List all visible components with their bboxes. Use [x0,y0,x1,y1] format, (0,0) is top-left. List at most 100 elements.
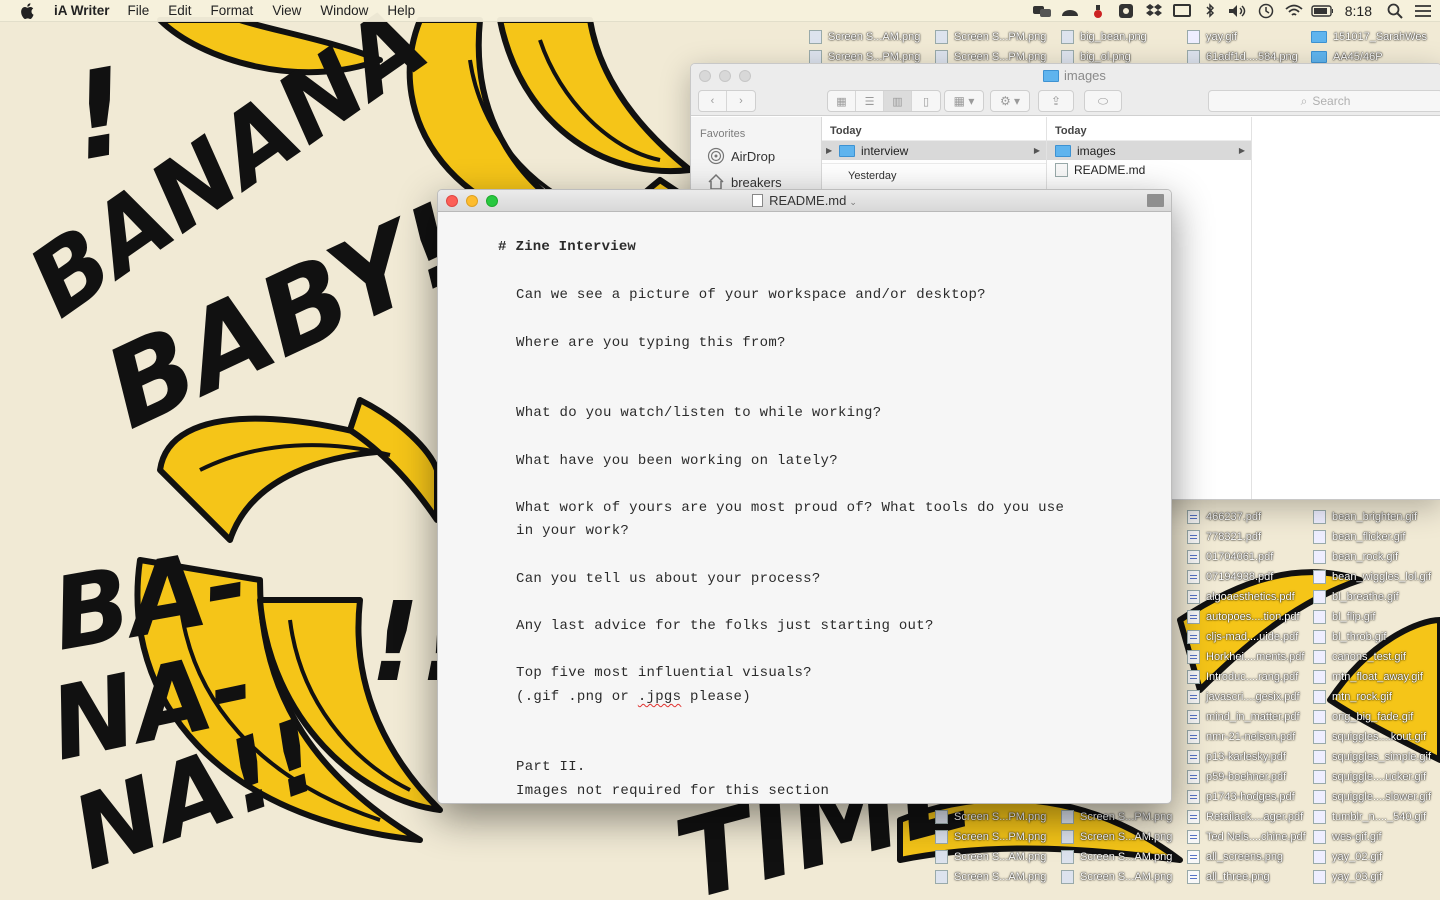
markdown-file-icon [1055,162,1068,177]
desktop-file[interactable]: Retailack....ager.pdf [1187,808,1303,826]
notification-center-icon[interactable] [1412,3,1434,19]
menu-format[interactable]: Format [211,3,254,18]
finder-row-images[interactable]: images ▶ [1047,141,1251,160]
desktop-file[interactable]: 01704061.pdf [1187,548,1273,566]
desktop-file[interactable]: Screen S...PM.png [935,808,1046,826]
finder-row-readme[interactable]: README.md [1047,160,1251,179]
desktop-folder[interactable]: 151017_SarahWes [1311,28,1427,46]
menu-file[interactable]: File [128,3,150,18]
column-heading: Today [1047,117,1251,141]
desktop-file[interactable]: bean_wiggles_lol.gif [1313,568,1431,586]
desktop-file[interactable]: Screen S...AM.png [1061,828,1172,846]
desktop-file[interactable]: Screen S...PM.png [1061,808,1172,826]
dropbox-icon[interactable] [1143,3,1165,19]
desktop-file[interactable]: p59-boehner.pdf [1187,768,1286,786]
menu-app-name[interactable]: iA Writer [54,3,110,18]
desktop-file[interactable]: bl_breathe.gif [1313,588,1399,606]
desktop-file[interactable]: bean_rock.gif [1313,548,1398,566]
disclosure-triangle-icon[interactable]: ▶ [826,146,834,155]
arrange-button[interactable]: ▦ ▾ [944,90,984,112]
chat-icon[interactable] [1031,3,1053,19]
desktop-file[interactable]: p1743-hodges.pdf [1187,788,1295,806]
text-editor[interactable]: # Zine Interview Can we see a picture of … [438,212,1171,803]
desktop-file[interactable]: Horkhei....ments.pdf [1187,648,1304,666]
battery-icon[interactable] [1311,3,1333,19]
misspelled-word[interactable]: .jpgs [638,689,682,705]
forward-button[interactable]: › [727,91,755,111]
display-icon[interactable] [1171,3,1193,19]
desktop-file[interactable]: mtn_rock.gif [1313,688,1392,706]
apple-menu-icon[interactable] [20,2,38,19]
list-view-button[interactable]: ☰ [856,91,884,111]
finder-search-field[interactable]: ⌕ Search [1208,90,1440,112]
desktop-file[interactable]: Ted Nels....chine.pdf [1187,828,1306,846]
desktop-file[interactable]: bl_flip.gif [1313,608,1375,626]
desktop-file[interactable]: Screen S...AM.png [1061,868,1172,886]
desktop-file[interactable]: all_screens.png [1187,848,1283,866]
finder-minimize-button[interactable] [719,70,731,82]
sidebar-item-airdrop[interactable]: AirDrop [707,146,821,166]
volume-icon[interactable] [1227,3,1249,19]
desktop-file[interactable]: javascri....gesix.pdf [1187,688,1300,706]
image-file-icon [809,30,822,44]
desktop-file[interactable]: wes-gif.gif [1313,828,1382,846]
desktop-file[interactable]: squiggles....kout.gif [1313,728,1426,746]
finder-zoom-button[interactable] [739,70,751,82]
library-folder-icon[interactable] [1147,194,1164,207]
column-view-button[interactable]: ▥ [884,91,912,111]
desktop-file[interactable]: squiggle....ucker.gif [1313,768,1426,786]
desktop-file[interactable]: squiggle....slower.gif [1313,788,1431,806]
desktop-file[interactable]: Introduc....rang.pdf [1187,668,1298,686]
desktop-file[interactable]: mind_in_matter.pdf [1187,708,1300,726]
bluetooth-icon[interactable] [1199,3,1221,19]
desktop-file[interactable]: 07194938.pdf [1187,568,1273,586]
onepassword-icon[interactable] [1115,3,1137,19]
wifi-icon[interactable] [1283,3,1305,19]
menu-help[interactable]: Help [387,3,415,18]
desktop-file[interactable]: tumblr_n...._540.gif [1313,808,1426,826]
desktop-file[interactable]: Screen S...AM.png [1061,848,1172,866]
flask-icon[interactable] [1087,3,1109,19]
desktop-file[interactable]: Screen S...AM.png [935,868,1046,886]
back-button[interactable]: ‹ [699,91,727,111]
desktop-file[interactable]: Screen S...PM.png [935,28,1046,46]
icon-view-button[interactable]: ▦ [828,91,856,111]
desktop-file[interactable]: cljs-mad....uide.pdf [1187,628,1298,646]
menu-view[interactable]: View [272,3,301,18]
menu-edit[interactable]: Edit [168,3,191,18]
desktop-file[interactable]: orig_big_fade.gif [1313,708,1413,726]
share-button[interactable]: ⇪ [1038,90,1074,112]
action-gear-button[interactable]: ⚙ ▾ [990,90,1030,112]
desktop-file[interactable]: big_bean.png [1061,28,1147,46]
time-machine-icon[interactable] [1255,3,1277,19]
desktop-file[interactable]: Screen S...AM.png [809,28,920,46]
desktop-file[interactable]: bean_brighten.gif [1313,508,1417,526]
desktop-file[interactable]: squiggles_simple.gif [1313,748,1431,766]
finder-title: images [1043,68,1106,83]
desktop-file[interactable]: yay_03.gif [1313,868,1382,886]
desktop-file[interactable]: 466237.pdf [1187,508,1261,526]
menu-window[interactable]: Window [320,3,368,18]
desktop-file[interactable]: p13-karlesky.pdf [1187,748,1286,766]
desktop-file[interactable]: autopoes....tion.pdf [1187,608,1300,626]
desktop-file[interactable]: Screen S...PM.png [935,828,1046,846]
desktop-file[interactable]: bean_flicker.gif [1313,528,1405,546]
desktop-file[interactable]: yay_02.gif [1313,848,1382,866]
menu-clock[interactable]: 8:18 [1345,3,1372,19]
desktop-file[interactable]: bl_throb.gif [1313,628,1386,646]
desktop-file[interactable]: mtn_float_away.gif [1313,668,1423,686]
hat-icon[interactable] [1059,3,1081,19]
desktop-file[interactable]: nmr-21-nelson.pdf [1187,728,1295,746]
desktop-file[interactable]: algoaesthetics.pdf [1187,588,1295,606]
tags-button[interactable]: ⬭ [1084,90,1122,112]
desktop-file[interactable]: yay.gif [1187,28,1237,46]
desktop-file[interactable]: 778321.pdf [1187,528,1261,546]
finder-row-interview[interactable]: ▶ interview ▶ [822,141,1046,160]
spotlight-icon[interactable] [1384,3,1406,19]
cover-flow-button[interactable]: ▯ [912,91,940,111]
finder-close-button[interactable] [699,70,711,82]
desktop-file[interactable]: canons_test.gif [1313,648,1406,666]
document-title[interactable]: README.md ⌄ [438,193,1171,208]
desktop-file[interactable]: Screen S...AM.png [935,848,1046,866]
desktop-file[interactable]: all_three.png [1187,868,1270,886]
